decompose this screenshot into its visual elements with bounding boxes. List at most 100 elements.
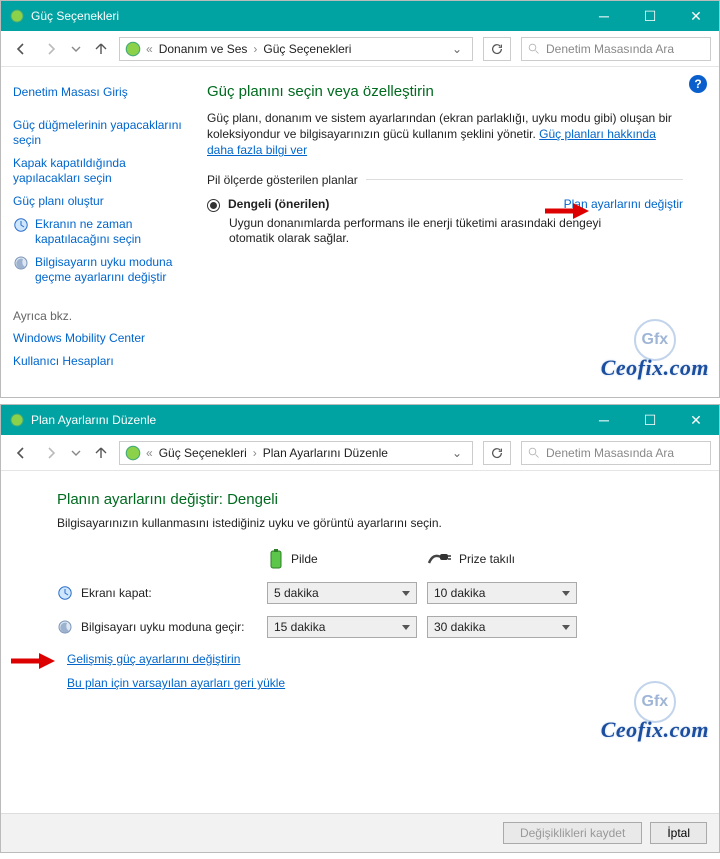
power-icon — [124, 444, 142, 462]
save-button[interactable]: Değişiklikleri kaydet — [503, 822, 642, 844]
chevron-down-icon[interactable]: ⌄ — [446, 42, 468, 56]
moon-icon — [13, 255, 29, 271]
sleep-battery-dropdown[interactable]: 15 dakika — [267, 616, 417, 638]
page-subheading: Bilgisayarınızın kullanmasını istediğini… — [57, 516, 683, 530]
column-battery: Pilde — [267, 548, 427, 570]
plan-name: Dengeli (önerilen) — [228, 197, 329, 211]
titlebar[interactable]: Güç Seçenekleri ─ ☐ ✕ — [1, 1, 719, 31]
search-input[interactable]: Denetim Masasında Ara — [521, 441, 711, 465]
column-plugged: Prize takılı — [427, 551, 587, 567]
power-options-window: Güç Seçenekleri ─ ☐ ✕ « Donanım ve Ses ›… — [0, 0, 720, 398]
nav-toolbar: « Donanım ve Ses › Güç Seçenekleri ⌄ Den… — [1, 31, 719, 67]
watermark-badge: Gfx — [634, 319, 676, 361]
cancel-button[interactable]: İptal — [650, 822, 707, 844]
nav-create-plan[interactable]: Güç planı oluştur — [13, 194, 193, 209]
dropdown-value: 5 dakika — [274, 586, 319, 600]
row-display-label: Ekranı kapat: — [81, 586, 152, 600]
nav-mobility-center[interactable]: Windows Mobility Center — [13, 331, 193, 346]
plan-radio-balanced[interactable] — [207, 199, 220, 212]
battery-icon — [267, 548, 285, 570]
nav-user-accounts[interactable]: Kullanıcı Hesapları — [13, 354, 193, 369]
plans-section-label: Pil ölçerde gösterilen planlar — [207, 173, 358, 187]
minimize-button[interactable]: ─ — [581, 405, 627, 435]
page-description: Güç planı, donanım ve sistem ayarlarında… — [207, 110, 683, 159]
search-placeholder: Denetim Masasında Ara — [546, 446, 674, 460]
breadcrumb-item[interactable]: Plan Ayarlarını Düzenle — [259, 446, 392, 460]
forward-button[interactable] — [39, 37, 63, 61]
search-input[interactable]: Denetim Masasında Ara — [521, 37, 711, 61]
maximize-button[interactable]: ☐ — [627, 1, 673, 31]
watermark: Gfx Ceofix.com — [601, 319, 709, 381]
forward-button[interactable] — [39, 441, 63, 465]
watermark: Gfx Ceofix.com — [601, 681, 709, 743]
recent-dropdown[interactable] — [69, 37, 83, 61]
main-panel: Güç planını seçin veya özelleştirin Güç … — [203, 77, 719, 387]
divider — [366, 179, 683, 180]
plan-description: Uygun donanımlarda performans ile enerji… — [229, 216, 609, 247]
breadcrumb-item[interactable]: Güç Seçenekleri — [259, 42, 355, 56]
nav-control-panel-home[interactable]: Denetim Masası Giriş — [13, 85, 193, 100]
dropdown-value: 15 dakika — [274, 620, 325, 634]
address-bar[interactable]: « Güç Seçenekleri › Plan Ayarlarını Düze… — [119, 441, 473, 465]
column-plugged-label: Prize takılı — [459, 552, 515, 566]
refresh-button[interactable] — [483, 441, 511, 465]
crumb-sep-icon: « — [146, 42, 153, 56]
restore-defaults-link[interactable]: Bu plan için varsayılan ayarları geri yü… — [67, 676, 285, 690]
annotation-arrow-icon — [543, 202, 591, 220]
power-icon — [124, 40, 142, 58]
page-heading: Güç planını seçin veya özelleştirin — [207, 83, 683, 100]
nav-sleep-settings[interactable]: Bilgisayarın uyku moduna geçme ayarların… — [35, 255, 193, 285]
up-button[interactable] — [89, 441, 113, 465]
search-placeholder: Denetim Masasında Ara — [546, 42, 674, 56]
maximize-button[interactable]: ☐ — [627, 405, 673, 435]
nav-power-buttons[interactable]: Güç düğmelerinin yapacaklarını seçin — [13, 118, 193, 148]
plug-icon — [427, 551, 453, 567]
watermark-text: Ceofix.com — [601, 355, 709, 381]
column-battery-label: Pilde — [291, 552, 318, 566]
row-display-off: Ekranı kapat: — [57, 585, 267, 601]
annotation-arrow-icon — [9, 652, 57, 670]
display-battery-dropdown[interactable]: 5 dakika — [267, 582, 417, 604]
search-icon — [528, 43, 540, 55]
row-sleep-label: Bilgisayarı uyku moduna geçir: — [81, 620, 244, 634]
close-button[interactable]: ✕ — [673, 1, 719, 31]
row-sleep: Bilgisayarı uyku moduna geçir: — [57, 619, 267, 635]
chevron-right-icon: › — [253, 42, 257, 56]
minimize-button[interactable]: ─ — [581, 1, 627, 31]
breadcrumb-item[interactable]: Donanım ve Ses — [155, 42, 252, 56]
up-button[interactable] — [89, 37, 113, 61]
search-icon — [528, 447, 540, 459]
clock-icon — [57, 585, 73, 601]
breadcrumb-item[interactable]: Güç Seçenekleri — [155, 446, 251, 460]
settings-grid: Pilde Prize takılı Ekranı kapat: 5 dakik… — [57, 548, 683, 638]
see-also-label: Ayrıca bkz. — [13, 309, 193, 323]
refresh-button[interactable] — [483, 37, 511, 61]
window-title: Güç Seçenekleri — [31, 9, 581, 23]
button-bar: Değişiklikleri kaydet İptal — [1, 813, 719, 852]
sidebar: Denetim Masası Giriş Güç düğmelerinin ya… — [13, 77, 203, 387]
moon-icon — [57, 619, 73, 635]
titlebar[interactable]: Plan Ayarlarını Düzenle ─ ☐ ✕ — [1, 405, 719, 435]
sleep-plugged-dropdown[interactable]: 30 dakika — [427, 616, 577, 638]
dropdown-value: 30 dakika — [434, 620, 485, 634]
nav-display-off[interactable]: Ekranın ne zaman kapatılacağını seçin — [35, 217, 193, 247]
chevron-down-icon[interactable]: ⌄ — [446, 446, 468, 460]
close-button[interactable]: ✕ — [673, 405, 719, 435]
chevron-right-icon: › — [253, 446, 257, 460]
watermark-text: Ceofix.com — [601, 717, 709, 743]
page-heading: Planın ayarlarını değiştir: Dengeli — [57, 491, 683, 508]
display-plugged-dropdown[interactable]: 10 dakika — [427, 582, 577, 604]
nav-lid-close[interactable]: Kapak kapatıldığında yapılacakları seçin — [13, 156, 193, 186]
power-icon — [9, 8, 25, 24]
dropdown-value: 10 dakika — [434, 586, 485, 600]
edit-plan-window: Plan Ayarlarını Düzenle ─ ☐ ✕ « Güç Seçe… — [0, 404, 720, 853]
nav-toolbar: « Güç Seçenekleri › Plan Ayarlarını Düze… — [1, 435, 719, 471]
address-bar[interactable]: « Donanım ve Ses › Güç Seçenekleri ⌄ — [119, 37, 473, 61]
window-title: Plan Ayarlarını Düzenle — [31, 413, 581, 427]
back-button[interactable] — [9, 441, 33, 465]
recent-dropdown[interactable] — [69, 441, 83, 465]
advanced-power-settings-link[interactable]: Gelişmiş güç ayarlarını değiştirin — [67, 652, 240, 666]
crumb-sep-icon: « — [146, 446, 153, 460]
clock-icon — [13, 217, 29, 233]
back-button[interactable] — [9, 37, 33, 61]
